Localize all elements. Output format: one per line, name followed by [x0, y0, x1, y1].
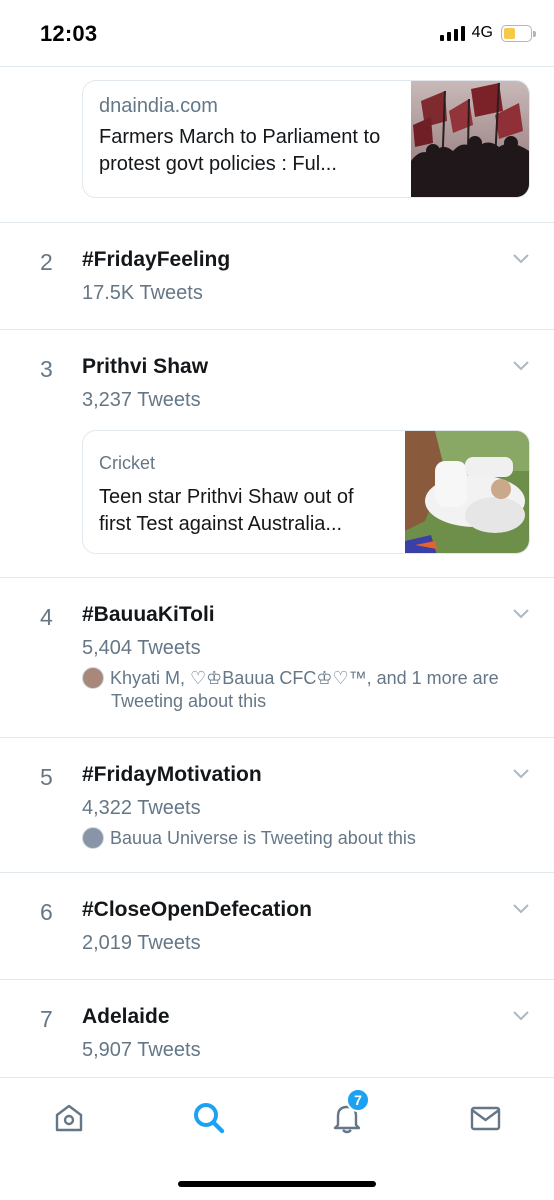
news-card-farmers[interactable]: dnaindia.com Farmers March to Parliament… — [82, 80, 530, 198]
status-bar: 12:03 4G — [0, 0, 554, 66]
card-source: dnaindia.com — [99, 95, 218, 117]
trend-count: 5,907 Tweets — [82, 1039, 201, 1061]
card-image-farmers-march — [411, 81, 529, 197]
trend-name: Prithvi Shaw — [82, 355, 209, 378]
home-indicator — [178, 1181, 376, 1187]
tab-notifications[interactable]: 7 — [325, 1088, 370, 1140]
trend-item[interactable]: 6 #CloseOpenDefecation 2,019 Tweets — [0, 873, 554, 979]
trend-name: Adelaide — [82, 1005, 170, 1028]
trend-count: 5,404 Tweets — [82, 637, 201, 659]
trend-name: #FridayMotivation — [82, 763, 262, 786]
trend-item[interactable]: 2 #FridayFeeling 17.5K Tweets — [0, 223, 554, 329]
trend-count: 2,019 Tweets — [82, 932, 201, 954]
tab-messages[interactable] — [463, 1096, 507, 1140]
status-indicators: 4G — [439, 24, 536, 42]
trend-rank: 5 — [40, 764, 53, 790]
tab-search[interactable] — [187, 1096, 231, 1140]
search-icon — [194, 1103, 225, 1134]
card-source: Cricket — [99, 453, 156, 473]
trend-item[interactable]: 7 Adelaide 5,907 Tweets — [0, 980, 554, 1077]
chevron-down-icon[interactable] — [512, 903, 530, 915]
trend-rank: 6 — [40, 899, 53, 925]
trend-name: #FridayFeeling — [82, 248, 231, 271]
chevron-down-icon[interactable] — [512, 360, 530, 372]
battery-icon — [501, 24, 536, 42]
trend-count: 3,237 Tweets — [82, 389, 201, 411]
trend-item[interactable]: 5 #FridayMotivation 4,322 Tweets Bauua U… — [0, 738, 554, 872]
card-headline: Teen star Prithvi Shaw out of first Test… — [99, 486, 354, 535]
chevron-down-icon[interactable] — [512, 608, 530, 620]
trend-count: 4,322 Tweets — [82, 797, 201, 819]
trend-rank: 4 — [40, 604, 53, 630]
network-type: 4G — [471, 24, 493, 41]
social-context: Khyati M, ♡♔Bauua CFC♔♡™, and 1 more are… — [82, 667, 532, 713]
divider — [0, 66, 554, 67]
avatar — [82, 827, 104, 849]
social-context-line2: Tweeting about this — [111, 691, 267, 711]
trend-rank: 2 — [40, 249, 53, 275]
social-context-line1: Khyati M, ♡♔Bauua CFC♔♡™, and 1 more are — [110, 668, 499, 688]
card-image-cricket-player — [405, 431, 529, 553]
tab-home[interactable] — [47, 1096, 91, 1140]
news-card-prithvi-shaw[interactable]: Cricket Teen star Prithvi Shaw out of fi… — [82, 430, 530, 554]
tab-bar: 7 — [0, 1077, 554, 1200]
trend-count: 17.5K Tweets — [82, 282, 203, 304]
social-context: Bauua Universe is Tweeting about this — [82, 827, 532, 850]
mail-icon — [470, 1106, 501, 1131]
trend-item[interactable]: 4 #BauuaKiToli 5,404 Tweets Khyati M, ♡♔… — [0, 578, 554, 737]
trend-rank: 7 — [40, 1006, 53, 1032]
status-time: 12:03 — [40, 21, 98, 46]
home-icon — [55, 1104, 83, 1132]
chevron-down-icon[interactable] — [512, 768, 530, 780]
chevron-down-icon[interactable] — [512, 1010, 530, 1022]
chevron-down-icon[interactable] — [512, 253, 530, 265]
avatar — [82, 667, 104, 689]
trend-name: #BauuaKiToli — [82, 603, 215, 626]
signal-icon — [439, 25, 465, 41]
notification-badge: 7 — [346, 1088, 370, 1112]
social-context-line1: Bauua Universe is Tweeting about this — [110, 828, 416, 848]
trend-name: #CloseOpenDefecation — [82, 898, 312, 921]
trend-rank: 3 — [40, 356, 53, 382]
card-headline: Farmers March to Parliament to protest g… — [99, 126, 381, 175]
